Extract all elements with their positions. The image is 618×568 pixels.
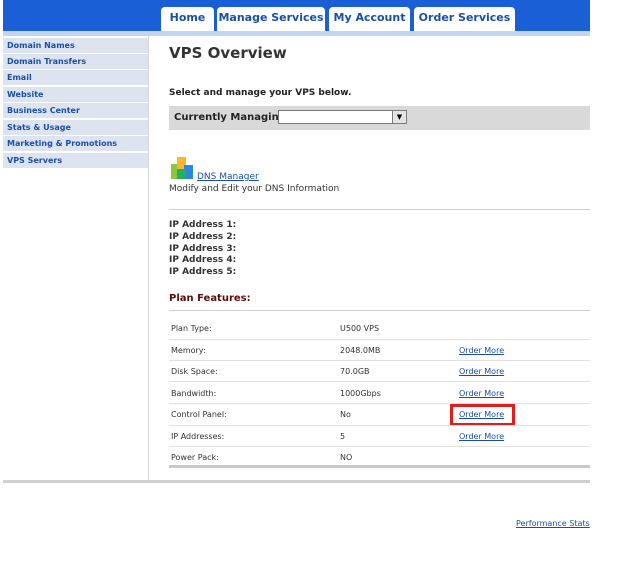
- currently-managing-label: Currently Managing: [174, 112, 286, 123]
- footer-divider: [3, 480, 590, 483]
- performance-stats-link[interactable]: Performance Stats: [516, 519, 590, 528]
- order-more-memory-link[interactable]: Order More: [459, 346, 504, 355]
- feature-value-bandwidth: 1000Gbps: [340, 389, 381, 398]
- feature-label-bandwidth: Bandwidth:: [171, 389, 217, 398]
- feature-label-plan-type: Plan Type:: [171, 324, 212, 333]
- ip-address-2-label: IP Address 2:: [169, 232, 237, 242]
- row-separator: [169, 339, 590, 340]
- row-separator: [169, 425, 590, 426]
- feature-label-disk-space: Disk Space:: [171, 367, 218, 376]
- feature-label-control-panel: Control Panel:: [171, 410, 227, 419]
- sidebar-item-domain-names[interactable]: Domain Names: [3, 38, 148, 53]
- feature-value-plan-type: U500 VPS: [340, 324, 380, 333]
- divider: [169, 310, 590, 311]
- vps-select-dropdown[interactable]: ▼: [278, 110, 407, 124]
- tab-home[interactable]: Home: [161, 7, 214, 31]
- divider: [169, 209, 590, 210]
- page-subtitle: Select and manage your VPS below.: [169, 88, 352, 98]
- ip-address-3-label: IP Address 3:: [169, 244, 237, 254]
- page-title: VPS Overview: [169, 44, 287, 62]
- sidebar-item-stats-usage[interactable]: Stats & Usage: [3, 120, 148, 135]
- tab-order-services[interactable]: Order Services: [414, 7, 515, 31]
- feature-label-memory: Memory:: [171, 346, 206, 355]
- row-separator: [169, 403, 590, 404]
- sidebar-item-email[interactable]: Email: [3, 70, 148, 85]
- sidebar-item-domain-transfers[interactable]: Domain Transfers: [3, 54, 148, 69]
- feature-value-power-pack: NO: [340, 453, 353, 462]
- table-bottom-bar: [169, 465, 590, 468]
- row-separator: [169, 446, 590, 447]
- highlight-box: [450, 404, 515, 426]
- row-separator: [169, 360, 590, 361]
- order-more-disk-space-link[interactable]: Order More: [459, 367, 504, 376]
- chevron-down-icon[interactable]: ▼: [392, 111, 406, 123]
- row-separator: [169, 381, 590, 382]
- feature-value-ip-addresses: 5: [340, 432, 346, 441]
- feature-value-memory: 2048.0MB: [340, 346, 381, 355]
- sidebar-item-marketing-promotions[interactable]: Marketing & Promotions: [3, 136, 148, 151]
- feature-label-power-pack: Power Pack:: [171, 453, 219, 462]
- tab-manage-services[interactable]: Manage Services: [217, 7, 325, 31]
- order-more-bandwidth-link[interactable]: Order More: [459, 389, 504, 398]
- ip-address-1-label: IP Address 1:: [169, 220, 237, 230]
- sidebar-item-business-center[interactable]: Business Center: [3, 103, 148, 118]
- order-more-ip-addresses-link[interactable]: Order More: [459, 432, 504, 441]
- ip-address-4-label: IP Address 4:: [169, 255, 237, 265]
- feature-label-ip-addresses: IP Addresses:: [171, 432, 225, 441]
- ip-address-5-label: IP Address 5:: [169, 267, 237, 277]
- dns-manager-icon[interactable]: [169, 155, 195, 180]
- dns-manager-description: Modify and Edit your DNS Information: [169, 184, 340, 194]
- sidebar: Domain Names Domain Transfers Email Webs…: [3, 36, 149, 480]
- feature-value-control-panel: No: [340, 410, 351, 419]
- dns-manager-link[interactable]: DNS Manager: [197, 172, 259, 182]
- feature-value-disk-space: 70.0GB: [340, 367, 370, 376]
- sidebar-item-website[interactable]: Website: [3, 87, 148, 102]
- currently-managing-bar: Currently Managing ▼: [169, 106, 590, 130]
- tab-my-account[interactable]: My Account: [329, 7, 410, 31]
- sidebar-item-vps-servers[interactable]: VPS Servers: [3, 153, 148, 168]
- plan-features-heading: Plan Features:: [169, 293, 251, 304]
